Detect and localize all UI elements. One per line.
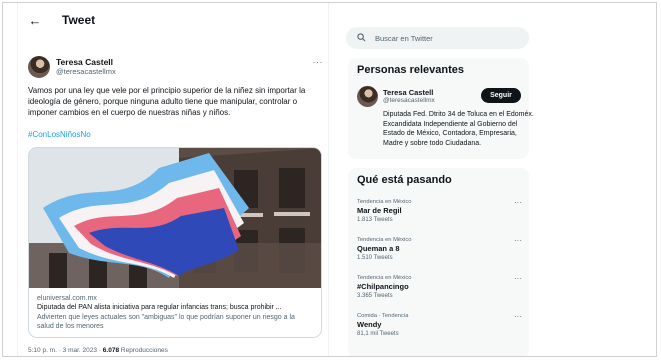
hashtag-link[interactable]: #ConLosNiñosNo bbox=[28, 130, 91, 139]
flag-photo-icon bbox=[29, 148, 321, 288]
follow-button[interactable]: Seguir bbox=[481, 88, 521, 103]
trend-name: #Chilpancingo bbox=[357, 282, 409, 291]
card-description: Advierten que leyes actuales son "ambigu… bbox=[37, 314, 295, 330]
tweet-meta: 5:10 p. m. · 3 mar. 2023 · 6.078 Reprodu… bbox=[28, 347, 168, 354]
tweet-text: Vamos por una ley que vele por el princi… bbox=[28, 86, 306, 117]
trend-context: Tendencia en México bbox=[357, 275, 412, 281]
trends-panel: Qué está pasando Tendencia en México Mar… bbox=[348, 168, 529, 356]
trend-count: 3.365 Tweets bbox=[357, 293, 393, 299]
trend-name: Mar de Regil bbox=[357, 206, 402, 215]
tweet-author: Teresa Castell @teresacastellmx ··· bbox=[28, 55, 323, 79]
tweet-header: ← Tweet bbox=[18, 3, 328, 37]
search-bar[interactable] bbox=[346, 27, 529, 49]
card-title: Diputada del PAN alista iniciativa para … bbox=[37, 304, 282, 311]
tweet-timestamp[interactable]: 5:10 p. m. · 3 mar. 2023 · bbox=[28, 347, 103, 354]
person-handle[interactable]: @teresacastellmx bbox=[383, 97, 435, 104]
relevant-people-title: Personas relevantes bbox=[357, 64, 465, 76]
more-icon[interactable]: ··· bbox=[514, 198, 522, 207]
more-icon[interactable]: ··· bbox=[514, 236, 522, 245]
trend-count: 81,1 mil Tweets bbox=[357, 331, 399, 337]
arrow-left-icon[interactable]: ← bbox=[28, 13, 42, 28]
author-handle[interactable]: @teresacastellmx bbox=[56, 67, 116, 77]
trend-count: 1.510 Tweets bbox=[357, 255, 393, 261]
trend-name: Queman a 8 bbox=[357, 244, 400, 253]
search-icon bbox=[357, 32, 366, 44]
search-input[interactable] bbox=[375, 33, 515, 43]
more-icon[interactable]: ··· bbox=[514, 274, 522, 283]
trend-item[interactable]: Tendencia en México Queman a 8 1.510 Twe… bbox=[357, 236, 522, 262]
trends-title: Qué está pasando bbox=[357, 174, 452, 186]
avatar[interactable] bbox=[28, 56, 50, 78]
tweet-column: ← Tweet Teresa Castell @teresacastellmx … bbox=[17, 3, 329, 356]
card-domain: eluniversal.com.mx bbox=[37, 295, 97, 302]
trend-name: Wendy bbox=[357, 320, 382, 329]
more-icon[interactable]: ··· bbox=[514, 312, 522, 321]
card-image bbox=[29, 148, 321, 288]
link-card[interactable]: eluniversal.com.mx Diputada del PAN alis… bbox=[28, 147, 322, 338]
trend-item[interactable]: Tendencia en México #Chilpancingo 3.365 … bbox=[357, 274, 522, 300]
relevant-people-panel: Personas relevantes Teresa Castell @tere… bbox=[348, 58, 534, 159]
app-window: ← Tweet Teresa Castell @teresacastellmx … bbox=[2, 2, 657, 357]
author-name[interactable]: Teresa Castell bbox=[56, 57, 116, 67]
page-title: Tweet bbox=[62, 13, 96, 27]
views-count: 6.078 bbox=[102, 347, 120, 354]
trend-item[interactable]: Tendencia en México Mar de Regil 1.813 T… bbox=[357, 198, 522, 224]
more-icon[interactable]: ··· bbox=[313, 57, 324, 67]
trend-context: Comida · Tendencia bbox=[357, 313, 409, 319]
trend-item[interactable]: Comida · Tendencia Wendy 81,1 mil Tweets… bbox=[357, 312, 522, 338]
trend-context: Tendencia en México bbox=[357, 199, 412, 205]
views-label: Reproducciones bbox=[119, 347, 168, 354]
trend-count: 1.813 Tweets bbox=[357, 217, 393, 223]
avatar[interactable] bbox=[357, 86, 378, 107]
person-name[interactable]: Teresa Castell bbox=[383, 88, 433, 97]
trend-context: Tendencia en México bbox=[357, 237, 412, 243]
person-bio: Diputada Fed. Dtrito 34 de Toluca en el … bbox=[383, 111, 534, 147]
